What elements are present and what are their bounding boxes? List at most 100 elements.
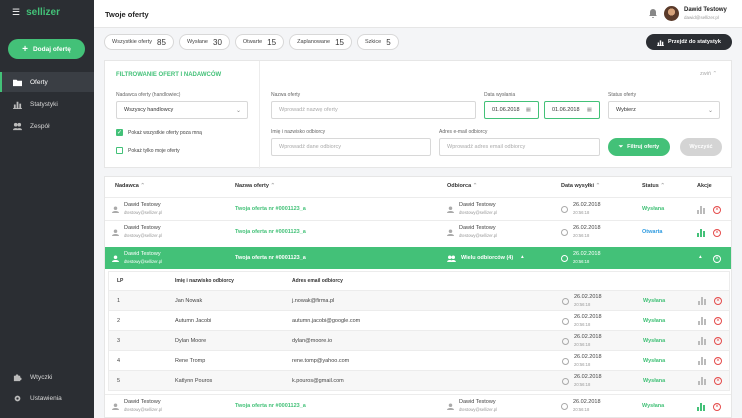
chip-opened[interactable]: Otwarte 15 xyxy=(234,34,285,50)
delete-icon[interactable]: × xyxy=(713,229,721,237)
stats-icon[interactable] xyxy=(697,229,705,237)
user-icon xyxy=(447,229,454,236)
delete-icon[interactable]: × xyxy=(713,403,721,411)
date-to-input[interactable]: 01.06.2018 ▦ xyxy=(544,101,600,119)
col-sender[interactable]: Nadawca ⌃ xyxy=(115,177,145,195)
row-number: 4 xyxy=(117,358,121,364)
sidebar-item-label: Oferty xyxy=(30,78,48,86)
sidebar-item-statistics[interactable]: Statystyki xyxy=(0,94,94,114)
table-row[interactable]: Dawid Testowy dtestowy@sellizer.pl Twoja… xyxy=(105,197,731,219)
collapse-toggle[interactable]: zwiń ⌃ xyxy=(700,71,717,77)
delete-icon[interactable]: × xyxy=(714,317,722,325)
table-row[interactable]: Dawid Testowy dtestowy@sellizer.pl Twoja… xyxy=(105,220,731,242)
recipient-row[interactable]: 5 Katlynn Pouros k.pouros@gmail.com 26.0… xyxy=(109,370,729,390)
filter-panel: FILTROWANIE OFERT I NADAWCÓW zwiń ⌃ Nada… xyxy=(104,60,732,169)
chevron-down-icon: ⌄ xyxy=(707,108,713,114)
chip-label: Wysłane xyxy=(186,39,208,45)
checkbox-all-but-me[interactable]: ✓ Pokaż wszystkie oferty poza mną xyxy=(116,129,202,136)
chevron-up-icon[interactable]: ▴ xyxy=(699,254,702,260)
multiple-recipients[interactable]: Wielu odbiorców (4) xyxy=(461,255,513,261)
status-select[interactable]: Wybierz ⌄ xyxy=(608,101,720,119)
user-icon xyxy=(112,229,119,236)
date-to-value: 01.06.2018 xyxy=(552,107,580,113)
status-value: Wybierz xyxy=(616,107,636,113)
filter-offers-button[interactable]: ⏷ Filtruj oferty xyxy=(608,138,670,156)
col-recipient[interactable]: Odbiorca ⌃ xyxy=(447,177,477,195)
email-input[interactable]: Wprowadź adres email odbiorcy xyxy=(439,138,600,156)
recipient-row[interactable]: 4 Rene Tromp rene.tomp@yahoo.com 26.02.2… xyxy=(109,350,729,370)
filter-title: FILTROWANIE OFERT I NADAWCÓW xyxy=(116,72,222,78)
recipient-row[interactable]: 1 Jan Nowak j.nowak@firma.pl 26.02.2018 … xyxy=(109,290,729,310)
delete-icon[interactable]: × xyxy=(713,206,721,214)
topbar: Twoje oferty Dawid Testowy dawid@sellize… xyxy=(94,0,742,28)
recipient-row[interactable]: 2 Autumn Jacobi autumn.jacobi@google.com… xyxy=(109,310,729,330)
stats-icon[interactable] xyxy=(698,357,706,365)
delete-icon[interactable]: × xyxy=(714,377,722,385)
col-label: Nadawca xyxy=(115,183,139,189)
delete-icon[interactable]: × xyxy=(714,337,722,345)
menu-icon[interactable]: ☰ xyxy=(12,7,20,18)
filter-divider xyxy=(259,61,260,169)
expanded-row[interactable]: Dawid Testowy dtestowy@sellizer.pl Twoja… xyxy=(105,247,731,269)
filter-icon: ⏷ xyxy=(618,143,624,150)
send-date: 26.02.2018 xyxy=(574,354,602,360)
sender-select[interactable]: Wszyscy handlowcy ⌄ xyxy=(116,101,248,119)
offer-link[interactable]: Twoja oferta nr #0001123_a xyxy=(235,206,306,212)
add-offer-button[interactable]: + Dodaj ofertę xyxy=(8,39,85,59)
clear-button[interactable]: Wyczyść xyxy=(680,138,722,156)
sort-icon: ⌃ xyxy=(595,183,601,189)
sub-col-name: Imię i nazwisko odbiorcy xyxy=(175,278,234,284)
stats-icon[interactable] xyxy=(698,377,706,385)
checkbox-only-mine[interactable]: Pokaż tylko moje oferty xyxy=(116,147,180,154)
recipient-row[interactable]: 3 Dylan Moore dylan@moore.io 26.02.2018 … xyxy=(109,330,729,350)
send-date: 26.02.2018 xyxy=(573,225,601,231)
recipient-input[interactable]: Wprowadź dane odbiorcy xyxy=(271,138,431,156)
clock-icon xyxy=(561,255,568,262)
filter-button-label: Filtruj oferty xyxy=(627,144,660,150)
bell-icon[interactable] xyxy=(649,9,657,18)
stats-icon[interactable] xyxy=(698,337,706,345)
sidebar-item-settings[interactable]: Ustawienia xyxy=(0,388,94,408)
chip-all[interactable]: Wszystkie oferty 85 xyxy=(104,34,174,50)
chip-drafts[interactable]: Szkice 5 xyxy=(357,34,399,50)
stats-icon[interactable] xyxy=(698,317,706,325)
col-status[interactable]: Status ⌃ xyxy=(642,177,665,195)
stats-icon[interactable] xyxy=(697,206,705,214)
send-date: 26.02.2018 xyxy=(574,334,602,340)
stats-icon[interactable] xyxy=(698,297,706,305)
user-icon xyxy=(112,206,119,213)
send-time: 20:56:18 xyxy=(574,342,591,347)
row-number: 5 xyxy=(117,378,121,384)
sidebar-item-plugins[interactable]: Wtyczki xyxy=(0,367,94,387)
offer-link[interactable]: Twoja oferta nr #0001123_a xyxy=(235,229,306,235)
checkbox-label: Pokaż wszystkie oferty poza mną xyxy=(128,129,202,136)
recipient-email: dtestowy@sellizer.pl xyxy=(459,210,497,215)
avatar[interactable] xyxy=(664,6,679,21)
table-row[interactable]: Dawid Testowy dtestowy@sellizer.pl Twoja… xyxy=(105,394,731,417)
delete-icon[interactable]: × xyxy=(714,357,722,365)
col-offer[interactable]: Nazwa oferty ⌃ xyxy=(235,177,275,195)
offer-name-input[interactable]: Wprowadź nazwę oferty xyxy=(271,101,476,119)
user-name[interactable]: Dawid Testowy xyxy=(684,7,727,13)
chevron-up-icon[interactable]: ▴ xyxy=(521,254,524,260)
folder-icon xyxy=(13,79,22,86)
calendar-icon: ▦ xyxy=(586,107,592,113)
delete-icon[interactable]: × xyxy=(714,297,722,305)
offer-link[interactable]: Twoja oferta nr #0001123_a xyxy=(235,403,306,409)
sender-email: dtestowy@sellizer.pl xyxy=(124,407,162,412)
send-time: 20:56:18 xyxy=(573,407,590,412)
col-date[interactable]: Data wysyłki ⌃ xyxy=(561,177,600,195)
chip-sent[interactable]: Wysłane 30 xyxy=(178,34,230,50)
chevron-up-icon: ⌃ xyxy=(712,71,718,77)
stats-icon[interactable] xyxy=(697,403,705,411)
go-to-statistics-button[interactable]: Przejdź do statystyk xyxy=(646,34,732,50)
chart-icon xyxy=(13,101,22,109)
delete-icon[interactable]: × xyxy=(713,255,721,263)
date-from-input[interactable]: 01.06.2018 ▦ xyxy=(484,101,539,119)
gear-icon xyxy=(14,395,21,401)
chip-scheduled[interactable]: Zaplanowane 15 xyxy=(289,34,353,50)
sidebar: ☰ sellizer + Dodaj ofertę Oferty Statyst… xyxy=(0,0,94,418)
offer-link[interactable]: Twoja oferta nr #0001123_a xyxy=(235,255,306,261)
sidebar-item-team[interactable]: Zespół xyxy=(0,116,94,136)
sidebar-item-offers[interactable]: Oferty xyxy=(0,72,94,92)
